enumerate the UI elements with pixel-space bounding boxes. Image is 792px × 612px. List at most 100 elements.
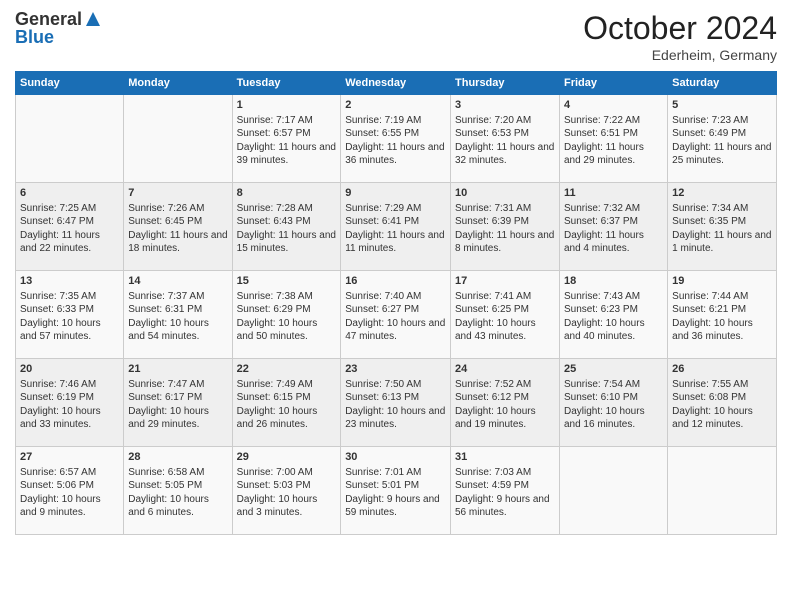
cell-info: Sunrise: 7:01 AM xyxy=(345,466,446,480)
cell-info: Sunset: 6:25 PM xyxy=(455,303,555,317)
calendar-cell: 18Sunrise: 7:43 AMSunset: 6:23 PMDayligh… xyxy=(559,271,667,359)
logo-blue: Blue xyxy=(15,28,54,48)
day-number: 3 xyxy=(455,98,555,113)
calendar-cell: 7Sunrise: 7:26 AMSunset: 6:45 PMDaylight… xyxy=(124,183,232,271)
calendar-cell: 22Sunrise: 7:49 AMSunset: 6:15 PMDayligh… xyxy=(232,359,341,447)
col-tuesday: Tuesday xyxy=(232,72,341,95)
calendar-cell: 29Sunrise: 7:00 AMSunset: 5:03 PMDayligh… xyxy=(232,447,341,535)
cell-info: Daylight: 10 hours and 9 minutes. xyxy=(20,493,119,520)
calendar-cell: 24Sunrise: 7:52 AMSunset: 6:12 PMDayligh… xyxy=(451,359,560,447)
calendar-body: 1Sunrise: 7:17 AMSunset: 6:57 PMDaylight… xyxy=(16,95,777,535)
cell-info: Sunrise: 7:54 AM xyxy=(564,378,663,392)
calendar-cell: 23Sunrise: 7:50 AMSunset: 6:13 PMDayligh… xyxy=(341,359,451,447)
cell-info: Sunset: 6:29 PM xyxy=(237,303,337,317)
calendar-cell: 8Sunrise: 7:28 AMSunset: 6:43 PMDaylight… xyxy=(232,183,341,271)
day-number: 17 xyxy=(455,274,555,289)
day-number: 11 xyxy=(564,186,663,201)
cell-info: Daylight: 11 hours and 4 minutes. xyxy=(564,229,663,256)
cell-info: Daylight: 11 hours and 25 minutes. xyxy=(672,141,772,168)
cell-info: Sunrise: 7:19 AM xyxy=(345,114,446,128)
cell-info: Sunrise: 7:35 AM xyxy=(20,290,119,304)
cell-info: Sunrise: 7:40 AM xyxy=(345,290,446,304)
calendar-cell: 16Sunrise: 7:40 AMSunset: 6:27 PMDayligh… xyxy=(341,271,451,359)
cell-info: Sunrise: 7:28 AM xyxy=(237,202,337,216)
cell-info: Daylight: 11 hours and 1 minute. xyxy=(672,229,772,256)
header-row: Sunday Monday Tuesday Wednesday Thursday… xyxy=(16,72,777,95)
cell-info: Sunset: 6:17 PM xyxy=(128,391,227,405)
cell-info: Daylight: 9 hours and 56 minutes. xyxy=(455,493,555,520)
col-sunday: Sunday xyxy=(16,72,124,95)
calendar-cell: 15Sunrise: 7:38 AMSunset: 6:29 PMDayligh… xyxy=(232,271,341,359)
cell-info: Sunset: 5:06 PM xyxy=(20,479,119,493)
calendar-cell xyxy=(16,95,124,183)
calendar-cell: 20Sunrise: 7:46 AMSunset: 6:19 PMDayligh… xyxy=(16,359,124,447)
logo: General Blue xyxy=(15,10,102,48)
cell-info: Daylight: 10 hours and 43 minutes. xyxy=(455,317,555,344)
cell-info: Sunrise: 7:26 AM xyxy=(128,202,227,216)
calendar-cell xyxy=(124,95,232,183)
cell-info: Sunrise: 7:38 AM xyxy=(237,290,337,304)
day-number: 29 xyxy=(237,450,337,465)
col-friday: Friday xyxy=(559,72,667,95)
cell-info: Sunrise: 7:29 AM xyxy=(345,202,446,216)
calendar-cell xyxy=(668,447,777,535)
day-number: 10 xyxy=(455,186,555,201)
location: Ederheim, Germany xyxy=(583,47,777,63)
cell-info: Sunrise: 7:46 AM xyxy=(20,378,119,392)
day-number: 15 xyxy=(237,274,337,289)
cell-info: Sunset: 6:45 PM xyxy=(128,215,227,229)
cell-info: Sunrise: 7:43 AM xyxy=(564,290,663,304)
cell-info: Daylight: 10 hours and 3 minutes. xyxy=(237,493,337,520)
cell-info: Daylight: 10 hours and 50 minutes. xyxy=(237,317,337,344)
calendar-cell: 3Sunrise: 7:20 AMSunset: 6:53 PMDaylight… xyxy=(451,95,560,183)
cell-info: Sunset: 6:15 PM xyxy=(237,391,337,405)
col-saturday: Saturday xyxy=(668,72,777,95)
title-block: October 2024 Ederheim, Germany xyxy=(583,10,777,63)
cell-info: Sunrise: 7:31 AM xyxy=(455,202,555,216)
cell-info: Sunrise: 7:49 AM xyxy=(237,378,337,392)
day-number: 24 xyxy=(455,362,555,377)
logo-text: General Blue xyxy=(15,10,102,48)
calendar-cell: 28Sunrise: 6:58 AMSunset: 5:05 PMDayligh… xyxy=(124,447,232,535)
cell-info: Sunrise: 7:44 AM xyxy=(672,290,772,304)
logo-general: General xyxy=(15,9,82,29)
calendar-cell: 13Sunrise: 7:35 AMSunset: 6:33 PMDayligh… xyxy=(16,271,124,359)
col-wednesday: Wednesday xyxy=(341,72,451,95)
cell-info: Daylight: 10 hours and 19 minutes. xyxy=(455,405,555,432)
cell-info: Sunrise: 7:50 AM xyxy=(345,378,446,392)
cell-info: Daylight: 11 hours and 11 minutes. xyxy=(345,229,446,256)
calendar-cell: 26Sunrise: 7:55 AMSunset: 6:08 PMDayligh… xyxy=(668,359,777,447)
day-number: 22 xyxy=(237,362,337,377)
calendar-cell: 19Sunrise: 7:44 AMSunset: 6:21 PMDayligh… xyxy=(668,271,777,359)
cell-info: Sunrise: 7:55 AM xyxy=(672,378,772,392)
calendar-cell xyxy=(559,447,667,535)
cell-info: Sunset: 6:33 PM xyxy=(20,303,119,317)
cell-info: Daylight: 11 hours and 36 minutes. xyxy=(345,141,446,168)
cell-info: Sunset: 6:08 PM xyxy=(672,391,772,405)
calendar-cell: 6Sunrise: 7:25 AMSunset: 6:47 PMDaylight… xyxy=(16,183,124,271)
calendar-cell: 4Sunrise: 7:22 AMSunset: 6:51 PMDaylight… xyxy=(559,95,667,183)
cell-info: Daylight: 10 hours and 12 minutes. xyxy=(672,405,772,432)
calendar-cell: 17Sunrise: 7:41 AMSunset: 6:25 PMDayligh… xyxy=(451,271,560,359)
calendar-cell: 9Sunrise: 7:29 AMSunset: 6:41 PMDaylight… xyxy=(341,183,451,271)
cell-info: Daylight: 11 hours and 18 minutes. xyxy=(128,229,227,256)
day-number: 25 xyxy=(564,362,663,377)
cell-info: Sunrise: 7:23 AM xyxy=(672,114,772,128)
cell-info: Daylight: 10 hours and 29 minutes. xyxy=(128,405,227,432)
col-monday: Monday xyxy=(124,72,232,95)
cell-info: Sunset: 6:13 PM xyxy=(345,391,446,405)
day-number: 31 xyxy=(455,450,555,465)
week-row-1: 1Sunrise: 7:17 AMSunset: 6:57 PMDaylight… xyxy=(16,95,777,183)
calendar-cell: 25Sunrise: 7:54 AMSunset: 6:10 PMDayligh… xyxy=(559,359,667,447)
cell-info: Sunset: 5:03 PM xyxy=(237,479,337,493)
cell-info: Sunset: 6:19 PM xyxy=(20,391,119,405)
day-number: 6 xyxy=(20,186,119,201)
day-number: 14 xyxy=(128,274,227,289)
day-number: 8 xyxy=(237,186,337,201)
cell-info: Daylight: 10 hours and 26 minutes. xyxy=(237,405,337,432)
cell-info: Sunrise: 7:00 AM xyxy=(237,466,337,480)
calendar-cell: 12Sunrise: 7:34 AMSunset: 6:35 PMDayligh… xyxy=(668,183,777,271)
cell-info: Sunrise: 7:37 AM xyxy=(128,290,227,304)
day-number: 13 xyxy=(20,274,119,289)
cell-info: Sunset: 6:51 PM xyxy=(564,127,663,141)
